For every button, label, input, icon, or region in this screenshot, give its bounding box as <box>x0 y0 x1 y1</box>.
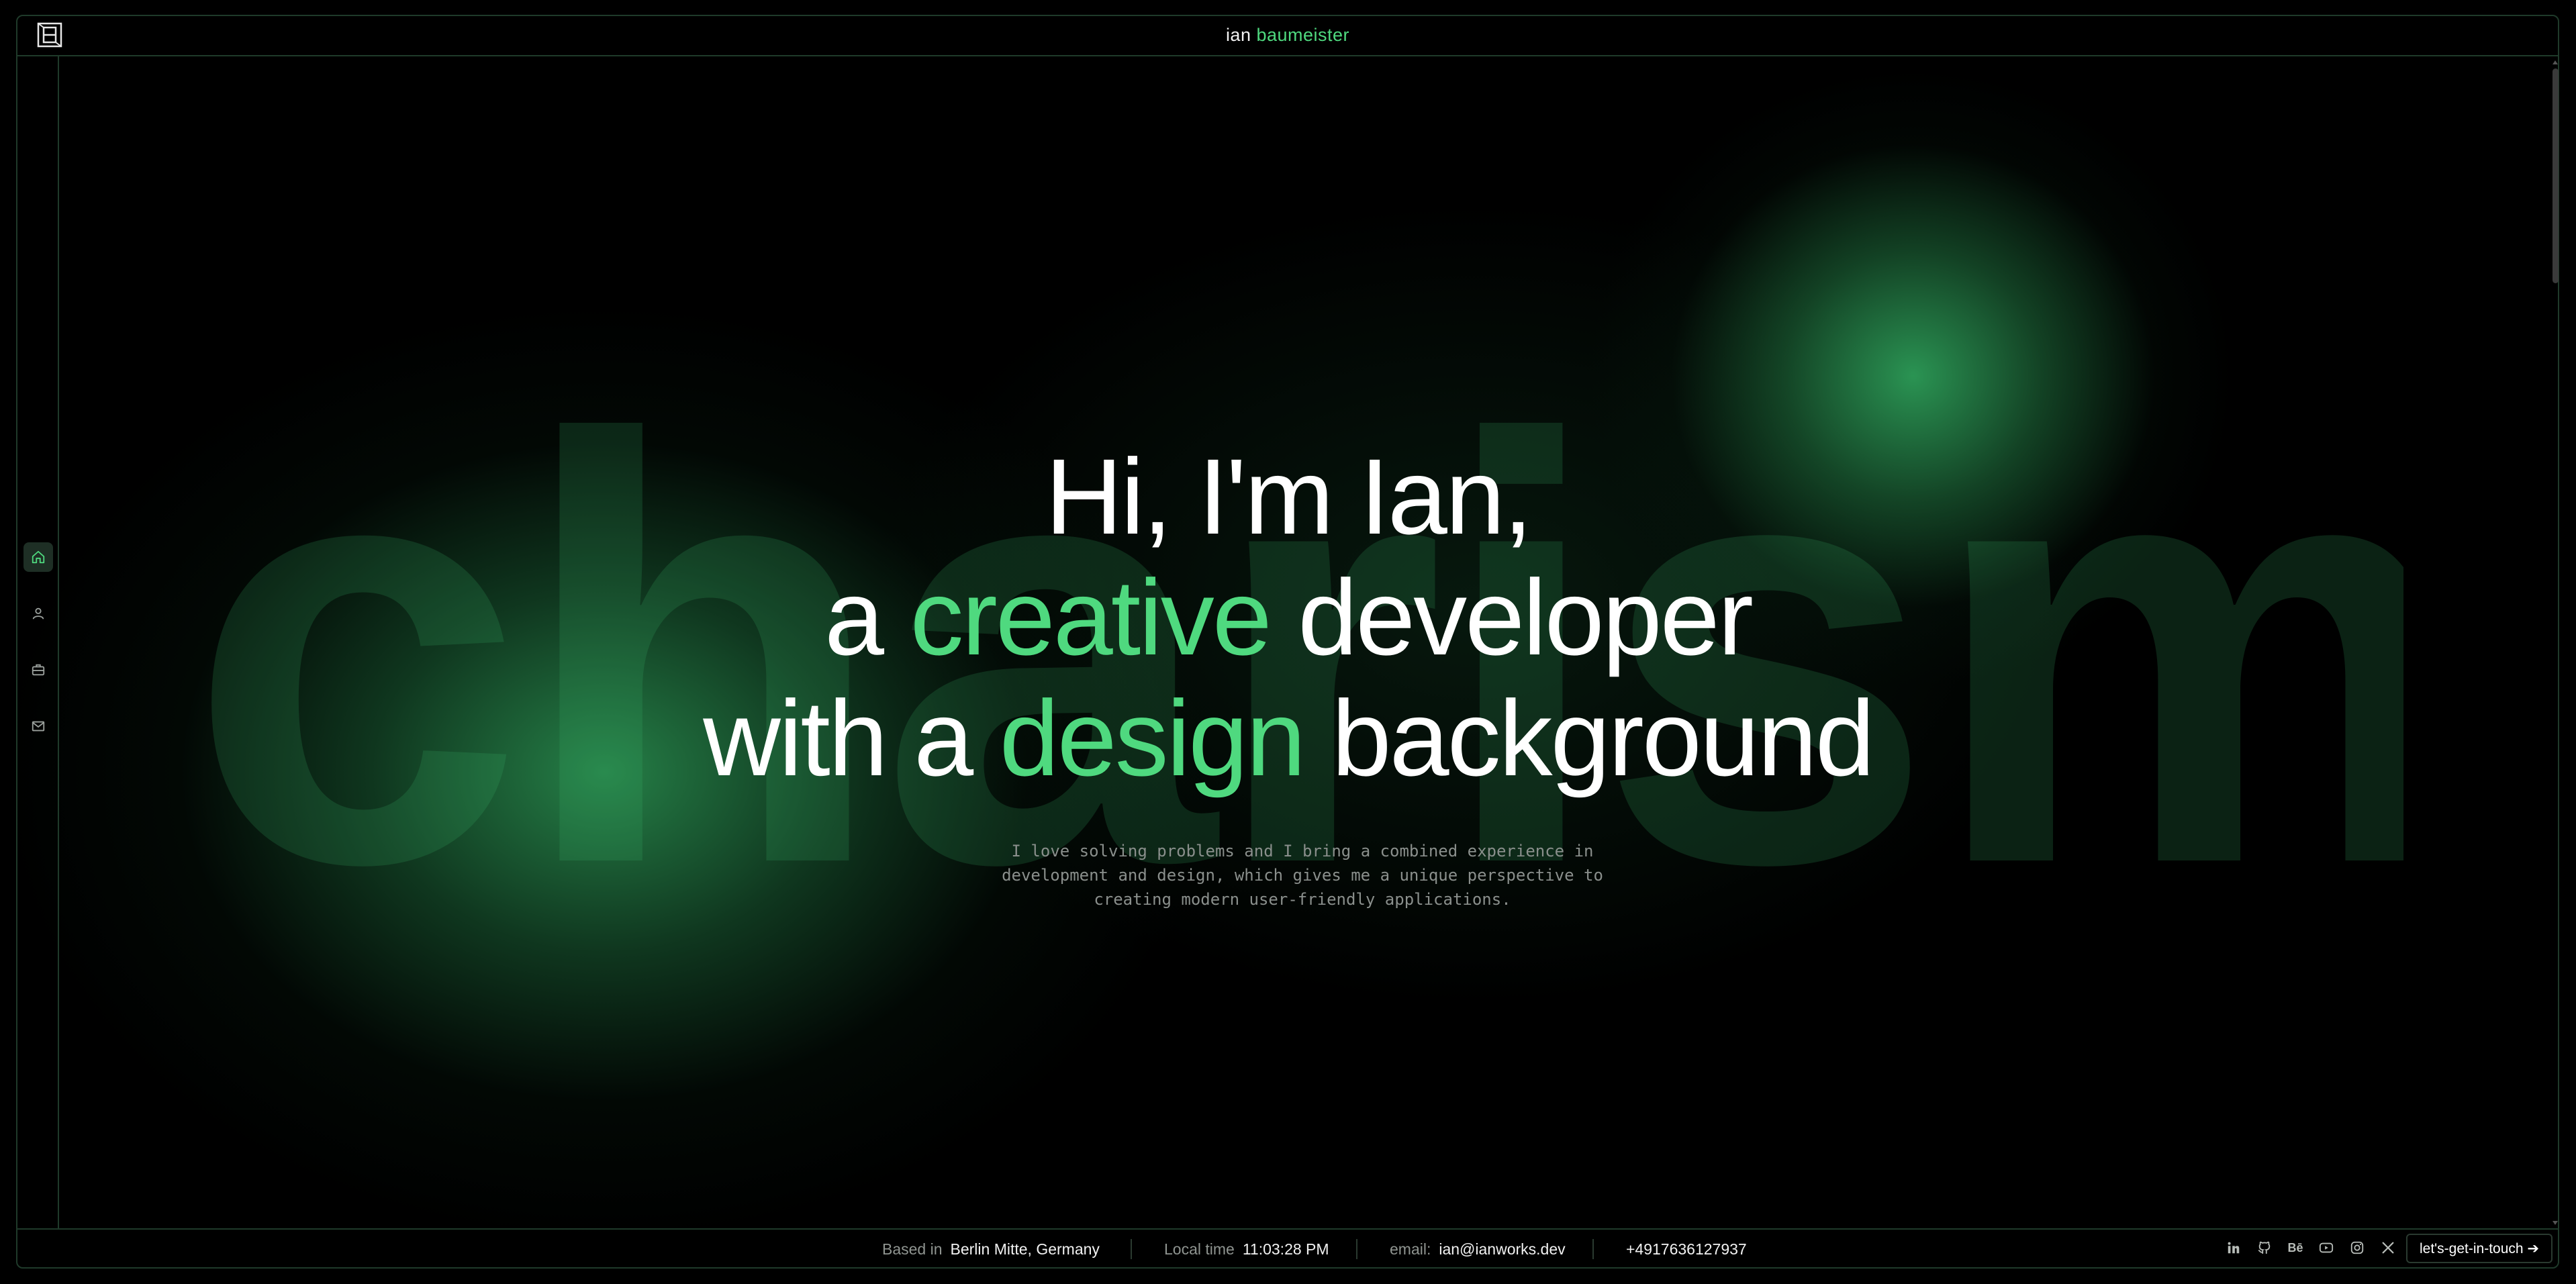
github-icon[interactable] <box>2256 1239 2273 1256</box>
hero-line-3-pre: with a <box>703 678 1000 798</box>
hero-heading: Hi, I'm Ian, a creative developer with a… <box>0 436 2576 799</box>
footer-divider <box>1592 1239 1594 1259</box>
phone-value[interactable]: +4917636127937 <box>1626 1240 1747 1258</box>
top-bar: ian baumeister <box>17 16 2558 56</box>
footer-divider <box>1356 1239 1357 1259</box>
hero-intro-text: I love solving problems and I bring a co… <box>1002 842 1603 909</box>
local-time-label: Local time <box>1164 1240 1235 1258</box>
scroll-up-icon[interactable] <box>2553 60 2558 64</box>
footer-divider <box>1131 1239 1132 1259</box>
linkedin-icon[interactable] <box>2225 1239 2242 1256</box>
instagram-icon[interactable] <box>2348 1239 2366 1256</box>
site-title-last: baumeister <box>1256 25 1350 45</box>
behance-icon[interactable]: Bē <box>2287 1239 2304 1256</box>
hero-line-1: Hi, I'm Ian, <box>1045 436 1533 556</box>
email-value[interactable]: ian@ianworks.dev <box>1439 1240 1565 1258</box>
hero-line-2: a creative developer <box>0 557 2576 678</box>
social-links: Bē <box>2225 1239 2397 1256</box>
location-value: Berlin Mitte, Germany <box>950 1240 1100 1258</box>
hero-accent-design: design <box>999 678 1306 798</box>
phone-info[interactable]: +4917636127937 <box>1626 1240 1747 1258</box>
site-title-first: ian <box>1225 25 1251 45</box>
hero-line-2-post: developer <box>1270 557 1754 677</box>
page-scrollbar[interactable] <box>2550 60 2560 1225</box>
local-time-value: 11:03:28 PM <box>1242 1240 1329 1258</box>
hero-accent-creative: creative <box>910 557 1272 677</box>
location-info: Based in Berlin Mitte, Germany <box>882 1240 1100 1258</box>
footer-bar: Based in Berlin Mitte, Germany Local tim… <box>17 1228 2558 1267</box>
hero-line-3-post: background <box>1304 678 1875 798</box>
scroll-thumb[interactable] <box>2553 68 2559 283</box>
x-icon[interactable] <box>2379 1239 2397 1256</box>
scroll-down-icon[interactable] <box>2553 1221 2558 1225</box>
site-title[interactable]: ian baumeister <box>17 25 2558 46</box>
youtube-icon[interactable] <box>2318 1239 2335 1256</box>
email-info[interactable]: email: ian@ianworks.dev <box>1390 1240 1566 1258</box>
local-time-info: Local time 11:03:28 PM <box>1164 1240 1329 1258</box>
location-label: Based in <box>882 1240 943 1258</box>
email-label: email: <box>1390 1240 1431 1258</box>
hero-line-3: with a design background <box>0 678 2576 799</box>
hero-line-2-pre: a <box>824 557 910 677</box>
get-in-touch-button[interactable]: let's-get-in-touch ➔ <box>2405 1234 2553 1263</box>
